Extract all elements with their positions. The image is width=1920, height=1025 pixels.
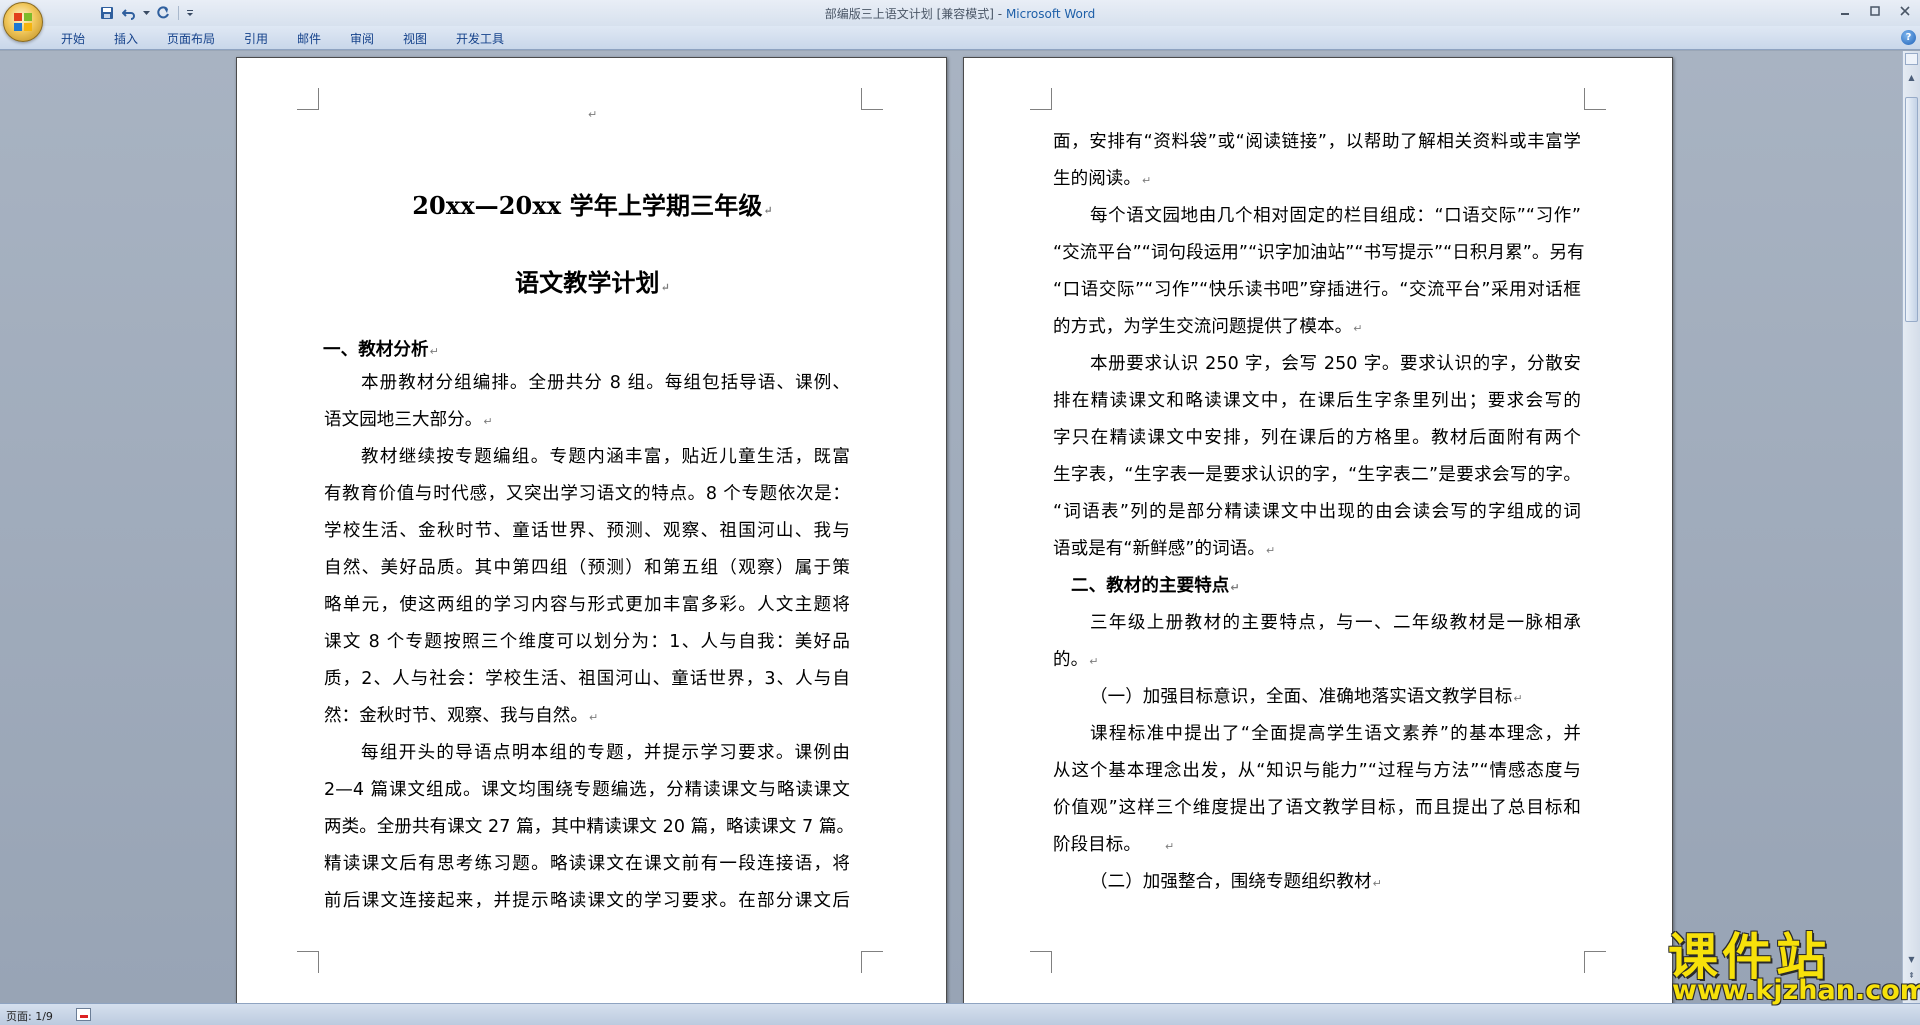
document-page-2[interactable]: 面，安排有“资料袋”或“阅读链接”，以帮助了解相关资料或丰富学 生的阅读。↵ 每… xyxy=(963,57,1673,1003)
tab-review[interactable]: 审阅 xyxy=(346,30,378,47)
text-line: 前后课文连接起来，并提示略读课文的学习要求。在部分课文后 xyxy=(324,891,850,911)
app-name: Microsoft Word xyxy=(1005,7,1096,21)
document-heading-1: 20xx—20xx 学年上学期三年级↵ xyxy=(412,191,773,220)
view-ruler-button[interactable] xyxy=(1905,53,1918,65)
text-line: 语文园地三大部分。↵ xyxy=(324,410,493,430)
crop-mark xyxy=(861,88,883,110)
text-line: 三年级上册教材的主要特点，与一、二年级教材是一脉相承 xyxy=(1090,613,1581,633)
text-line: 面，安排有“资料袋”或“阅读链接”，以帮助了解相关资料或丰富学 xyxy=(1053,132,1581,152)
text-line: 语或是有“新鲜感”的词语。↵ xyxy=(1053,539,1276,559)
text-line: 学校生活、金秋时节、童话世界、预测、观察、祖国河山、我与 xyxy=(324,521,850,541)
page-count[interactable]: 页面: 1/9 xyxy=(6,1008,53,1024)
ribbon-tab-bar: 开始 插入 页面布局 引用 邮件 审阅 视图 开发工具 xyxy=(0,26,1920,50)
text-line: 本册要求认识 250 字，会写 250 字。要求认识的字，分散安 xyxy=(1090,354,1581,374)
text-line: 生字表，“生字表一是要求认识的字，“生字表二”是要求会写的字。 xyxy=(1053,465,1581,485)
document-heading-2: 语文教学计划↵ xyxy=(515,268,670,297)
text-line: 课文 8 个专题按照三个维度可以划分为：1、人与自我：美好品 xyxy=(324,632,850,652)
text-line: 两类。全册共有课文 27 篇，其中精读课文 20 篇，略读课文 7 篇。 xyxy=(324,817,855,837)
minimize-button[interactable] xyxy=(1830,0,1860,22)
text-line: “口语交际”“习作”“快乐读书吧”穿插进行。“交流平台”采用对话框 xyxy=(1053,280,1581,300)
text-line: “交流平台”“词句段运用”“识字加油站”“书写提示”“日积月累”。另有 xyxy=(1053,243,1585,263)
vertical-scrollbar[interactable]: ▲ ▼ ⇞ ● ⇟ xyxy=(1902,51,1920,1003)
window-title: 部编版三上语文计划 [兼容模式] - Microsoft Word xyxy=(0,5,1920,22)
page2-body: 面，安排有“资料袋”或“阅读链接”，以帮助了解相关资料或丰富学 生的阅读。↵ 每… xyxy=(1053,130,1585,970)
tab-references[interactable]: 引用 xyxy=(240,30,272,47)
document-workspace[interactable]: ↵ 20xx—20xx 学年上学期三年级↵ 语文教学计划↵ 一、教材分析↵ 本册… xyxy=(0,51,1902,1003)
text-line: 价值观”这样三个维度提出了语文教学目标，而且提出了总目标和 xyxy=(1053,798,1581,818)
text-line: 从这个基本理念出发，从“知识与能力”“过程与方法”“情感态度与 xyxy=(1053,761,1581,781)
text-line: 阶段目标。 ↵ xyxy=(1053,835,1175,855)
window-controls xyxy=(1830,0,1920,22)
scrollbar-thumb[interactable] xyxy=(1905,97,1918,322)
text-line: 字只在精读课文中安排，列在课后的方格里。教材后面附有两个 xyxy=(1053,428,1581,448)
tab-mailings[interactable]: 邮件 xyxy=(293,30,325,47)
crop-mark xyxy=(1584,951,1606,973)
maximize-button[interactable] xyxy=(1860,0,1890,22)
watermark-logo: 课件站 www.kjzhan.com xyxy=(1668,917,1920,1009)
text-line: 每个语文园地由几个相对固定的栏目组成：“口语交际”“习作” xyxy=(1090,206,1581,226)
text-line: 的方式，为学生交流问题提供了模本。↵ xyxy=(1053,317,1363,337)
crop-mark xyxy=(1030,951,1052,973)
text-line: 每组开头的导语点明本组的专题，并提示学习要求。课例由 xyxy=(361,743,850,763)
text-line: 本册教材分组编排。全册共分 8 组。每组包括导语、课例、 xyxy=(361,373,850,393)
crop-mark xyxy=(1584,88,1606,110)
text-line: 有教育价值与时代感，又突出学习语文的特点。8 个专题依次是： xyxy=(324,484,850,504)
document-page-1[interactable]: ↵ 20xx—20xx 学年上学期三年级↵ 语文教学计划↵ 一、教材分析↵ 本册… xyxy=(236,57,947,1003)
text-line: 2—4 篇课文组成。课文均围绕专题编选，分精读课文与略读课文 xyxy=(324,780,850,800)
tab-insert[interactable]: 插入 xyxy=(110,30,142,47)
status-bar: 页面: 1/9 xyxy=(0,1003,1920,1025)
crop-mark xyxy=(297,88,319,110)
document-name: 部编版三上语文计划 [兼容模式] xyxy=(824,7,994,21)
office-logo-icon xyxy=(14,13,33,32)
paragraph-mark: ↵ xyxy=(588,108,598,121)
crop-mark xyxy=(297,951,319,973)
title-separator: - xyxy=(993,7,1006,21)
tab-developer[interactable]: 开发工具 xyxy=(452,30,508,47)
office-button[interactable] xyxy=(3,2,43,42)
close-button[interactable] xyxy=(1890,0,1920,22)
text-line: 的。↵ xyxy=(1053,650,1099,670)
page1-section-heading: 一、教材分析↵ xyxy=(323,340,439,360)
subheading-line: （一）加强目标意识，全面、准确地落实语文教学目标↵ xyxy=(1090,687,1523,707)
scroll-up-arrow-icon[interactable]: ▲ xyxy=(1905,71,1918,84)
text-line: 排在精读课文和略读课文中，在课后生字条里列出；要求会写的 xyxy=(1053,391,1581,411)
page1-body: 本册教材分组编排。全册共分 8 组。每组包括导语、课例、 语文园地三大部分。↵ … xyxy=(324,371,855,971)
text-line: 精读课文后有思考练习题。略读课文在课文前有一段连接语，将 xyxy=(324,854,850,874)
text-line: “词语表”列的是部分精读课文中出现的由会读会写的字组成的词 xyxy=(1053,502,1581,522)
crop-mark xyxy=(1030,88,1052,110)
page2-section-heading: 二、教材的主要特点↵ xyxy=(1071,576,1240,596)
text-line: 生的阅读。↵ xyxy=(1053,169,1152,189)
text-line: 质，2、人与社会：学校生活、祖国河山、童话世界，3、人与自 xyxy=(324,669,850,689)
tab-page-layout[interactable]: 页面布局 xyxy=(163,30,219,47)
help-icon[interactable]: ? xyxy=(1901,30,1916,45)
tab-view[interactable]: 视图 xyxy=(399,30,431,47)
text-line: 然：金秋时节、观察、我与自然。↵ xyxy=(324,706,599,726)
subheading-line: （二）加强整合，围绕专题组织教材↵ xyxy=(1090,872,1382,892)
text-line: 略单元，使这两组的学习内容与形式更加丰富多彩。人文主题将 xyxy=(324,595,850,615)
crop-mark xyxy=(861,951,883,973)
text-line: 教材继续按专题编组。专题内涵丰富，贴近儿童生活，既富 xyxy=(361,447,850,467)
tab-home[interactable]: 开始 xyxy=(57,30,89,47)
text-line: 自然、美好品质。其中第四组（预测）和第五组（观察）属于策 xyxy=(324,558,850,578)
spelling-check-icon[interactable] xyxy=(76,1008,91,1021)
text-line: 课程标准中提出了“全面提高学生语文素养”的基本理念，并 xyxy=(1090,724,1581,744)
title-bar: 部编版三上语文计划 [兼容模式] - Microsoft Word xyxy=(0,0,1920,26)
watermark-url: www.kjzhan.com xyxy=(1672,975,1920,1006)
